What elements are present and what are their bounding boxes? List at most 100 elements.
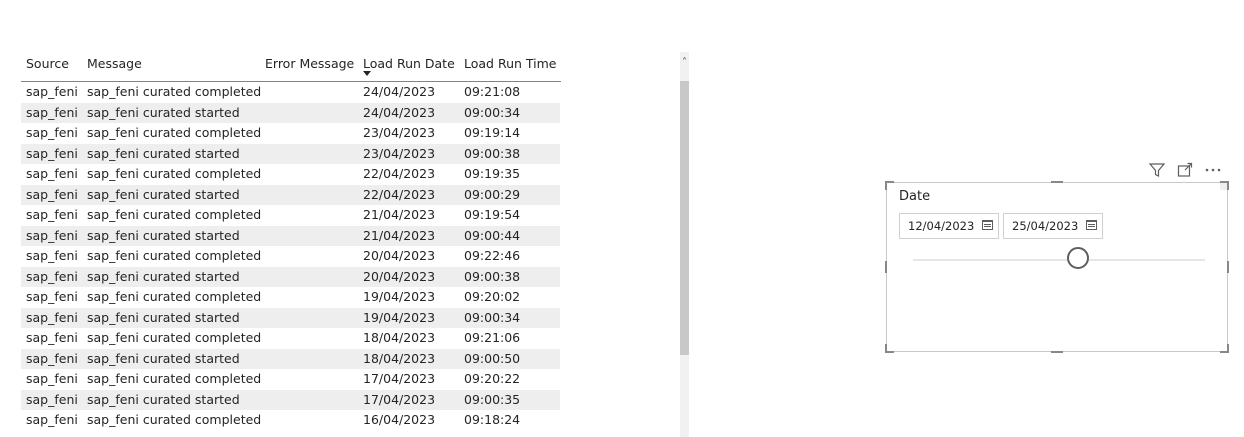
slicer-title: Date <box>899 189 931 204</box>
cell-load-run-date: 19/04/2023 <box>363 289 436 304</box>
resize-handle-left[interactable] <box>885 261 887 273</box>
table-body: sap_feni sap_feni curated completed 24/04/… <box>21 82 560 437</box>
cell-source: sap_feni <box>26 330 78 345</box>
table-row[interactable]: sap_feni sap_feni curated completed 16/04/… <box>21 410 560 431</box>
cell-load-run-time: 09:19:54 <box>464 207 521 222</box>
table-row[interactable]: sap_feni sap_feni curated started 24/04/20… <box>21 102 560 123</box>
cell-message: sap_feni curated completed <box>87 330 262 345</box>
resize-handle-bottom[interactable] <box>1051 351 1063 353</box>
scroll-up-icon[interactable]: ˄ <box>680 58 689 68</box>
focus-mode-icon[interactable] <box>1176 161 1194 179</box>
table-row[interactable]: sap_feni sap_feni curated started 21/04/20… <box>21 225 560 246</box>
end-date-input[interactable]: 25/04/2023 <box>1003 213 1103 239</box>
cell-load-run-time: 09:00:44 <box>464 227 521 243</box>
cell-message: sap_feni curated completed <box>87 84 262 99</box>
resize-handle-top-left[interactable] <box>885 181 894 190</box>
calendar-icon[interactable] <box>1086 220 1097 230</box>
vertical-scrollbar[interactable]: ˄ <box>680 52 689 437</box>
cell-source: sap_feni <box>26 268 78 284</box>
column-header-load-run-time[interactable]: Load Run Time <box>464 56 557 71</box>
cell-load-run-time: 09:00:38 <box>464 268 521 284</box>
cell-source: sap_feni <box>26 84 78 99</box>
cell-source: sap_feni <box>26 125 78 140</box>
cell-source: sap_feni <box>26 289 78 304</box>
table-visual: Source Message Error Message Load Run Da… <box>21 52 691 437</box>
cell-load-run-time: 09:18:24 <box>464 412 521 427</box>
cell-load-run-date: 16/04/2023 <box>363 412 436 427</box>
cell-load-run-date: 22/04/2023 <box>363 186 436 202</box>
more-options-icon[interactable] <box>1204 161 1222 179</box>
cell-source: sap_feni <box>26 104 78 120</box>
cell-load-run-time: 09:00:34 <box>464 104 521 120</box>
cell-load-run-time: 09:00:38 <box>464 145 521 161</box>
table-row[interactable]: sap_feni sap_feni curated started 19/04/20… <box>21 307 560 328</box>
table-row[interactable]: sap_feni sap_feni curated completed 24/04/… <box>21 82 560 103</box>
cell-load-run-date: 24/04/2023 <box>363 84 436 99</box>
cell-load-run-date: 17/04/2023 <box>363 391 436 407</box>
resize-handle-bottom-right[interactable] <box>1220 344 1229 353</box>
cell-load-run-date: 20/04/2023 <box>363 248 436 263</box>
cell-source: sap_feni <box>26 350 78 366</box>
scrollbar-thumb[interactable] <box>680 81 689 355</box>
cell-message: sap_feni curated completed <box>87 371 262 386</box>
table-row[interactable]: sap_feni sap_feni curated completed 18/04/… <box>21 328 560 349</box>
cell-message: sap_feni curated started <box>87 268 240 284</box>
cell-load-run-time: 09:21:06 <box>464 330 521 345</box>
cell-message: sap_feni curated started <box>87 104 240 120</box>
calendar-icon[interactable] <box>982 220 993 230</box>
cell-load-run-time: 09:19:14 <box>464 125 521 140</box>
cell-source: sap_feni <box>26 207 78 222</box>
cell-load-run-date: 20/04/2023 <box>363 268 436 284</box>
date-range-slider-thumb[interactable] <box>1067 247 1089 269</box>
resize-handle-right[interactable] <box>1227 261 1229 273</box>
cell-load-run-date: 23/04/2023 <box>363 125 436 140</box>
cell-message: sap_feni curated started <box>87 350 240 366</box>
column-header-source[interactable]: Source <box>26 56 69 71</box>
column-header-load-run-date[interactable]: Load Run Date <box>363 56 455 71</box>
cell-source: sap_feni <box>26 227 78 243</box>
date-slicer[interactable]: Date 12/04/2023 25/04/2023 <box>885 181 1229 353</box>
cell-source: sap_feni <box>26 371 78 386</box>
cell-source: sap_feni <box>26 412 78 427</box>
filter-icon[interactable] <box>1148 161 1166 179</box>
start-date-input[interactable]: 12/04/2023 <box>899 213 999 239</box>
resize-handle-top[interactable] <box>1051 181 1063 183</box>
table-row[interactable]: sap_feni sap_feni curated completed 20/04/… <box>21 246 560 267</box>
cell-message: sap_feni curated completed <box>87 166 262 181</box>
date-range-slider-track[interactable] <box>913 259 1205 261</box>
table-row[interactable]: sap_feni sap_feni curated completed 22/04/… <box>21 164 560 185</box>
cell-source: sap_feni <box>26 145 78 161</box>
cell-load-run-date: 21/04/2023 <box>363 227 436 243</box>
cell-load-run-date: 23/04/2023 <box>363 145 436 161</box>
cell-load-run-time: 09:00:29 <box>464 186 521 202</box>
table-row[interactable]: sap_feni sap_feni curated started 20/04/20… <box>21 266 560 287</box>
cell-message: sap_feni curated started <box>87 145 240 161</box>
table-row[interactable]: sap_feni sap_feni curated completed 17/04/… <box>21 369 560 390</box>
cell-load-run-time: 09:21:08 <box>464 84 521 99</box>
slicer-toolbar <box>1148 161 1228 179</box>
table-row[interactable]: sap_feni sap_feni curated completed 19/04/… <box>21 287 560 308</box>
cell-message: sap_feni curated completed <box>87 289 262 304</box>
table-row[interactable]: sap_feni sap_feni curated completed 23/04/… <box>21 123 560 144</box>
table-row[interactable]: sap_feni sap_feni curated started 22/04/20… <box>21 184 560 205</box>
table-row[interactable]: sap_feni sap_feni curated started 17/04/20… <box>21 389 560 410</box>
resize-handle-top-right[interactable] <box>1220 181 1229 190</box>
table-header: Source Message Error Message Load Run Da… <box>21 52 561 82</box>
cell-load-run-date: 22/04/2023 <box>363 166 436 181</box>
table-row[interactable]: sap_feni sap_feni curated completed 21/04/… <box>21 205 560 226</box>
cell-load-run-time: 09:00:50 <box>464 350 521 366</box>
cell-message: sap_feni curated started <box>87 309 240 325</box>
cell-load-run-date: 17/04/2023 <box>363 371 436 386</box>
end-date-value: 25/04/2023 <box>1012 219 1079 233</box>
cell-source: sap_feni <box>26 248 78 263</box>
resize-handle-bottom-left[interactable] <box>885 344 894 353</box>
table-row[interactable]: sap_feni sap_feni curated started 23/04/20… <box>21 143 560 164</box>
column-header-message[interactable]: Message <box>87 56 142 71</box>
cell-load-run-time: 09:22:46 <box>464 248 521 263</box>
cell-message: sap_feni curated started <box>87 227 240 243</box>
cell-load-run-date: 19/04/2023 <box>363 309 436 325</box>
table-row[interactable]: sap_feni sap_feni curated started 18/04/20… <box>21 348 560 369</box>
cell-source: sap_feni <box>26 186 78 202</box>
cell-load-run-date: 21/04/2023 <box>363 207 436 222</box>
column-header-error-message[interactable]: Error Message <box>265 56 354 71</box>
